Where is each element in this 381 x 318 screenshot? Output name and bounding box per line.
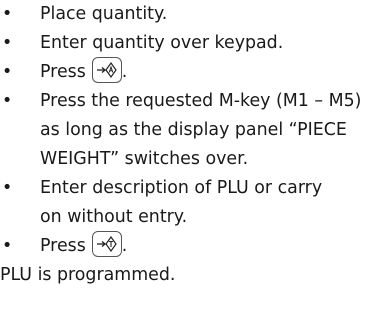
instruction-list: • Place quantity. • Enter quantity over … bbox=[0, 0, 381, 261]
step-text: as long as the display panel “PIECE bbox=[40, 120, 347, 140]
conclusion-text: PLU is programmed. bbox=[0, 265, 176, 285]
bullet: • bbox=[2, 4, 13, 24]
step-punctuation: . bbox=[121, 62, 128, 82]
step-text: Press bbox=[40, 62, 86, 82]
sum-arrow-key-icon bbox=[91, 57, 122, 83]
list-item: • Press . bbox=[0, 231, 381, 261]
step-text: Press the requested M-key (M1 – M5) bbox=[40, 91, 362, 111]
step-text: on without entry. bbox=[40, 207, 188, 227]
bullet: • bbox=[2, 178, 13, 198]
step-punctuation: . bbox=[121, 236, 128, 256]
bullet: • bbox=[2, 62, 13, 82]
bullet: • bbox=[2, 33, 13, 53]
list-item: • Enter description of PLU or carry on w… bbox=[0, 174, 381, 232]
step-text-row: Press . bbox=[40, 231, 381, 261]
instructions-page: • Place quantity. • Enter quantity over … bbox=[0, 0, 381, 290]
list-item: • Press . bbox=[0, 57, 381, 87]
list-item: • Enter quantity over keypad. bbox=[0, 29, 381, 58]
list-item: • Place quantity. bbox=[0, 0, 381, 29]
step-text: WEIGHT” switches over. bbox=[40, 149, 249, 169]
bullet: • bbox=[2, 236, 13, 256]
step-text: Place quantity. bbox=[40, 4, 168, 24]
step-text: Press bbox=[40, 236, 86, 256]
step-text: Enter quantity over keypad. bbox=[40, 33, 284, 53]
bullet: • bbox=[2, 91, 13, 111]
list-item: • Press the requested M-key (M1 – M5) as… bbox=[0, 87, 381, 174]
tare-arrow-key-icon bbox=[91, 231, 122, 257]
step-text-row: Press . bbox=[40, 57, 381, 87]
step-text: Enter description of PLU or carry bbox=[40, 178, 323, 198]
